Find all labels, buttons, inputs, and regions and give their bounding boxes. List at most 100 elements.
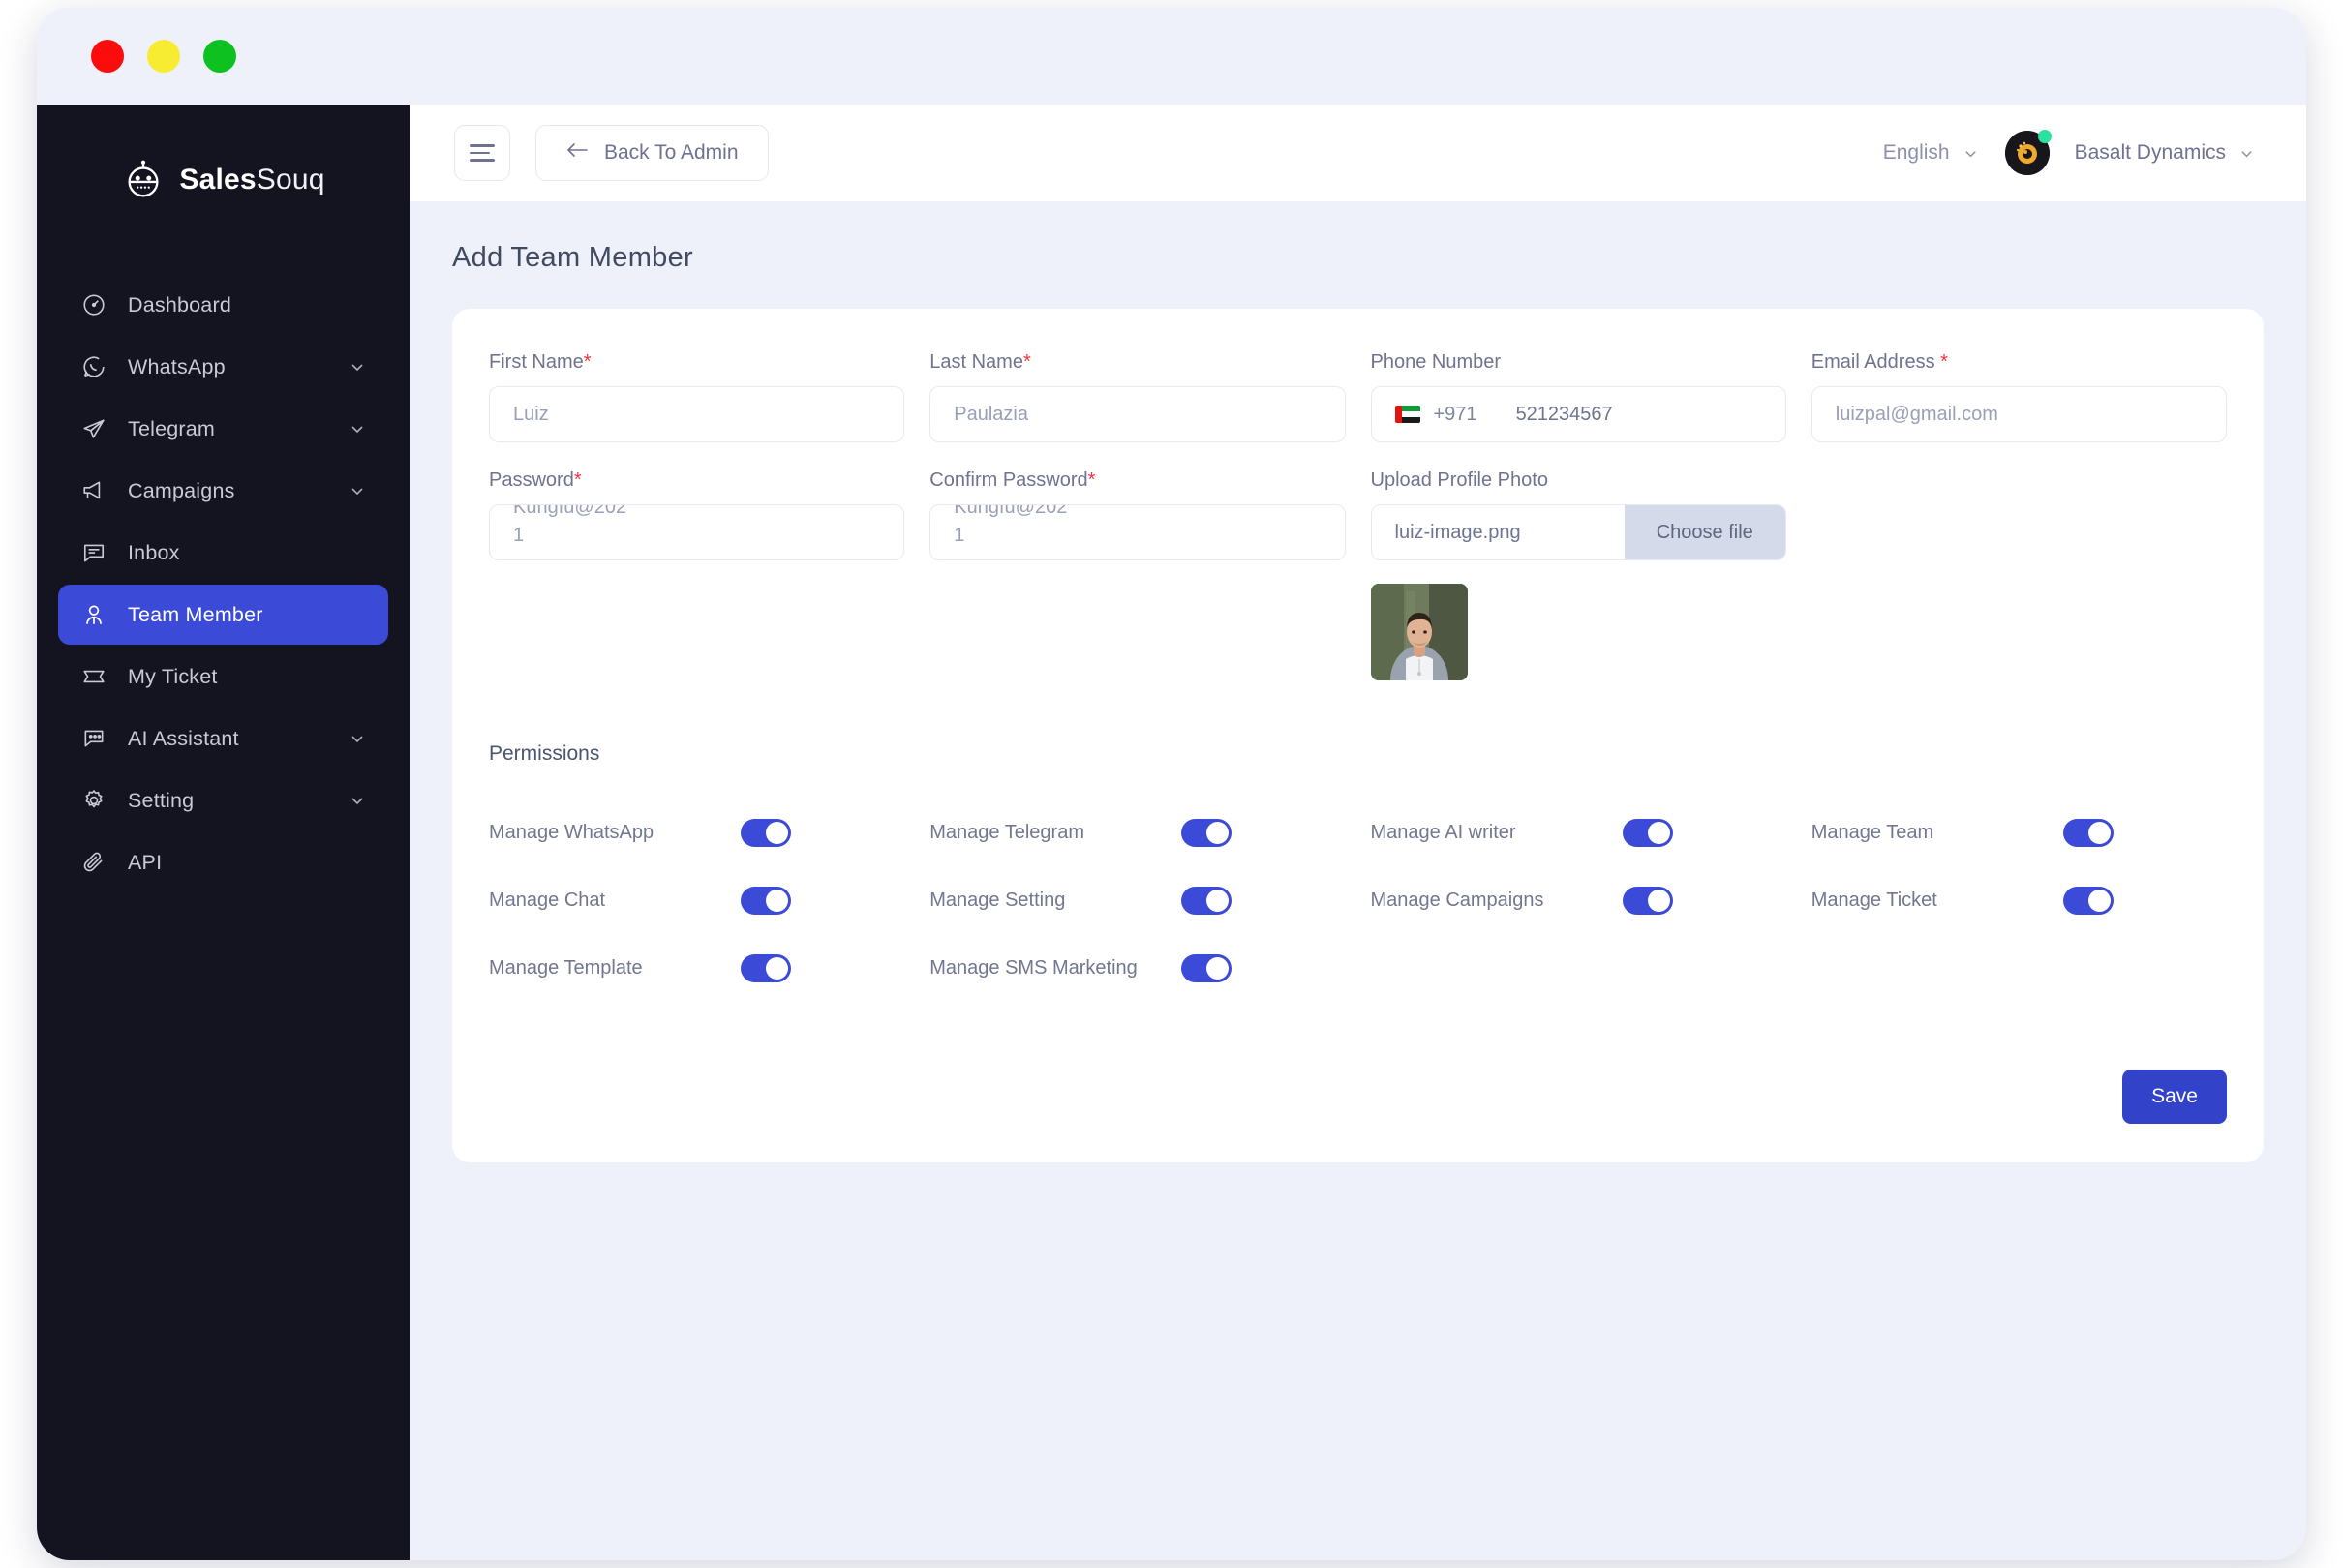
phone-field-group: Phone Number +971 521234567 xyxy=(1370,351,1786,442)
page-content: Add Team Member First Name* Luiz Last Na… xyxy=(410,201,2306,1162)
chevron-down-icon[interactable] xyxy=(348,791,367,810)
hamburger-menu-button[interactable] xyxy=(454,125,510,181)
permission-label: Manage Ticket xyxy=(1810,889,1937,911)
permission-label: Manage WhatsApp xyxy=(489,821,654,843)
permission-row: Manage AI writer xyxy=(1371,799,1786,866)
chevron-down-icon[interactable] xyxy=(348,357,367,377)
sidebar-item-campaigns[interactable]: Campaigns xyxy=(58,461,388,521)
window-minimize-button[interactable] xyxy=(147,40,180,73)
last-name-label: Last Name* xyxy=(929,351,1031,373)
sidebar-item-my-ticket[interactable]: My Ticket xyxy=(58,647,388,707)
megaphone-icon xyxy=(79,476,108,505)
permission-row: Manage Ticket xyxy=(1811,866,2227,934)
user-menu[interactable]: Basalt Dynamics xyxy=(2075,141,2256,165)
profile-photo-preview xyxy=(1370,584,1468,680)
last-name-field-group: Last Name* Paulazia xyxy=(929,351,1346,442)
permission-toggle-manage-telegram[interactable] xyxy=(1181,818,1232,847)
chevron-down-icon xyxy=(2237,144,2256,163)
sidebar-item-label: AI Assistant xyxy=(128,726,239,750)
sidebar-item-ai-assistant[interactable]: AI Assistant xyxy=(58,709,388,769)
sidebar-item-api[interactable]: API xyxy=(58,832,388,892)
brand-name-light: Souq xyxy=(256,164,325,196)
permission-toggle-manage-team[interactable] xyxy=(2062,818,2114,847)
back-to-admin-button[interactable]: Back To Admin xyxy=(535,125,769,181)
paperclip-icon xyxy=(79,848,108,877)
first-name-label: First Name* xyxy=(489,351,592,373)
password-input[interactable]: Kungfu@2021 xyxy=(489,504,905,560)
permission-toggle-manage-campaigns[interactable] xyxy=(1622,886,1673,915)
permission-row: Manage Team xyxy=(1811,799,2227,866)
gauge-icon xyxy=(79,290,108,319)
confirm-password-value: Kungfu@2021 xyxy=(954,504,1068,546)
sidebar-item-inbox[interactable]: Inbox xyxy=(58,523,388,583)
sidebar-item-setting[interactable]: Setting xyxy=(58,770,388,830)
hamburger-icon xyxy=(470,139,495,166)
required-asterisk: * xyxy=(1087,469,1096,491)
sidebar-item-label: Setting xyxy=(128,788,195,812)
sidebar-item-label: WhatsApp xyxy=(128,354,226,378)
sidebar-item-whatsapp[interactable]: WhatsApp xyxy=(58,337,388,397)
permission-label: Manage AI writer xyxy=(1370,821,1516,843)
email-field-group: Email Address * luizpal@gmail.com xyxy=(1810,351,2227,442)
arrow-left-icon xyxy=(565,141,589,165)
permissions-title: Permissions xyxy=(489,742,600,765)
phone-input[interactable]: +971 521234567 xyxy=(1370,386,1786,442)
permission-label: Manage Chat xyxy=(489,889,606,911)
brand-logo-block[interactable]: SalesSouq xyxy=(37,134,410,226)
sidebar-nav: Dashboard WhatsApp Telegram Campaigns In… xyxy=(37,275,410,894)
avatar[interactable] xyxy=(2004,130,2052,175)
required-asterisk: * xyxy=(1940,351,1948,373)
permission-label: Manage Template xyxy=(489,956,643,979)
sidebar-item-label: My Ticket xyxy=(128,664,218,688)
sidebar-item-label: API xyxy=(128,850,163,874)
uae-flag-icon xyxy=(1394,406,1420,423)
main-area: Back To Admin English Basalt Dynamics Ad… xyxy=(410,105,2306,1560)
required-asterisk: * xyxy=(1022,351,1031,373)
save-button[interactable]: Save xyxy=(2122,1070,2227,1124)
sidebar-item-telegram[interactable]: Telegram xyxy=(58,399,388,459)
permission-toggle-manage-template[interactable] xyxy=(741,953,791,982)
first-name-field-group: First Name* Luiz xyxy=(489,351,905,442)
phone-number-value: 521234567 xyxy=(1515,403,1613,425)
sidebar-item-label: Campaigns xyxy=(128,478,235,502)
permission-toggle-manage-ai-writer[interactable] xyxy=(1622,818,1673,847)
chevron-down-icon[interactable] xyxy=(348,481,367,500)
chevron-down-icon[interactable] xyxy=(348,729,367,748)
window-maximize-button[interactable] xyxy=(203,40,236,73)
upload-photo-field-group: Upload Profile Photo luiz-image.png Choo… xyxy=(1370,469,1786,680)
language-selector[interactable]: English xyxy=(1883,141,1980,165)
window-close-button[interactable] xyxy=(91,40,124,73)
phone-label: Phone Number xyxy=(1370,351,1502,373)
required-asterisk: * xyxy=(573,469,582,491)
user-icon xyxy=(79,600,108,629)
permission-label: Manage Telegram xyxy=(929,821,1084,843)
last-name-input[interactable]: Paulazia xyxy=(929,386,1346,442)
sidebar-item-dashboard[interactable]: Dashboard xyxy=(58,275,388,335)
phone-dial-code: +971 xyxy=(1433,403,1477,425)
topbar: Back To Admin English Basalt Dynamics xyxy=(410,105,2306,201)
chevron-down-icon[interactable] xyxy=(348,419,367,438)
permission-row: Manage Chat xyxy=(489,866,904,934)
permission-toggle-manage-sms-marketing[interactable] xyxy=(1181,953,1232,982)
choose-file-button[interactable]: Choose file xyxy=(1624,505,1785,559)
permission-row: Manage WhatsApp xyxy=(489,799,904,866)
first-name-input[interactable]: Luiz xyxy=(489,386,905,442)
sidebar-item-team-member[interactable]: Team Member xyxy=(58,585,388,645)
confirm-password-label: Confirm Password* xyxy=(929,469,1096,491)
permission-toggle-manage-setting[interactable] xyxy=(1181,886,1232,915)
confirm-password-input[interactable]: Kungfu@2021 xyxy=(929,504,1346,560)
file-picker[interactable]: luiz-image.png Choose file xyxy=(1370,504,1786,560)
brand-name-bold: Sales xyxy=(179,164,257,196)
permission-label: Manage Campaigns xyxy=(1370,889,1544,911)
salessouq-robot-icon xyxy=(121,158,166,202)
language-label: English xyxy=(1882,141,1950,164)
permission-toggle-manage-whatsapp[interactable] xyxy=(741,818,791,847)
email-input[interactable]: luizpal@gmail.com xyxy=(1810,386,2227,442)
confirm-password-field-group: Confirm Password* Kungfu@2021 xyxy=(929,469,1346,680)
permission-toggle-manage-chat[interactable] xyxy=(741,886,791,915)
permission-label: Manage Team xyxy=(1810,821,1934,843)
permission-toggle-manage-ticket[interactable] xyxy=(2062,886,2114,915)
permission-row: Manage SMS Marketing xyxy=(929,934,1345,1002)
permission-row: Manage Template xyxy=(489,934,904,1002)
permission-row: Manage Telegram xyxy=(929,799,1345,866)
